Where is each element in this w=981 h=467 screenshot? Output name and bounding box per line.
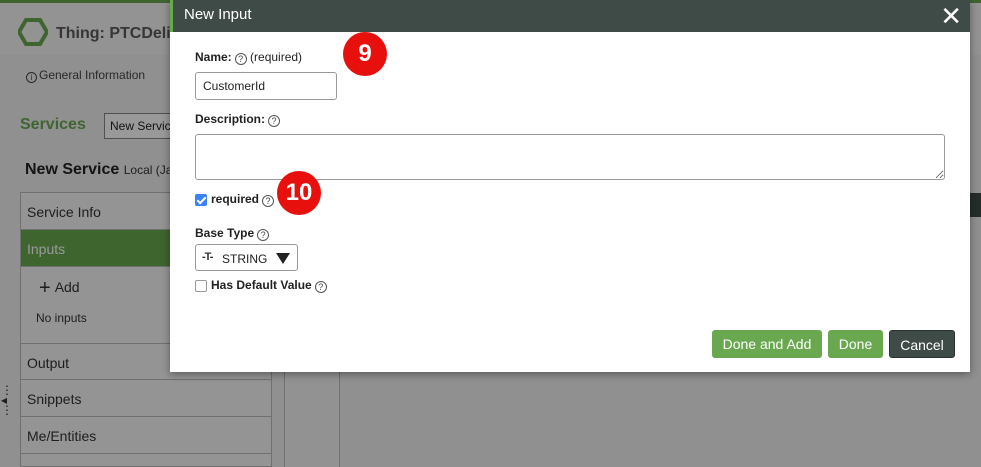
dialog-header: New Input ✕ — [170, 0, 970, 32]
name-label-text: Name: — [195, 50, 232, 64]
has-default-value-label: Has Default Value? — [211, 278, 327, 293]
step-badge-9: 9 — [343, 32, 387, 76]
chevron-down-icon — [276, 253, 290, 264]
base-type-label: Base Type? — [195, 226, 270, 241]
help-icon[interactable]: ? — [234, 53, 247, 65]
description-label-text: Description: — [195, 112, 266, 126]
required-field-label: required? — [211, 192, 275, 207]
name-input[interactable] — [195, 72, 337, 100]
done-and-add-button[interactable]: Done and Add — [712, 330, 822, 358]
base-type-label-text: Base Type — [195, 226, 255, 240]
base-type-value: STRING — [222, 252, 268, 266]
help-icon[interactable]: ? — [262, 195, 275, 207]
required-label-text: required — [211, 192, 260, 206]
close-icon[interactable]: ✕ — [940, 2, 962, 30]
has-default-value-checkbox[interactable] — [195, 280, 207, 292]
string-type-icon: -T- — [202, 251, 213, 263]
step-badge-10: 10 — [277, 171, 321, 215]
base-type-select[interactable]: -T- STRING — [195, 244, 298, 271]
description-field-label: Description:? — [195, 112, 281, 127]
has-default-label-text: Has Default Value — [211, 278, 312, 292]
help-icon[interactable]: ? — [314, 281, 327, 293]
required-checkbox[interactable] — [195, 194, 207, 206]
required-hint: (required) — [250, 50, 303, 64]
help-icon[interactable]: ? — [257, 229, 270, 241]
help-icon[interactable]: ? — [268, 115, 281, 127]
dialog-title: New Input — [184, 6, 252, 23]
cancel-button[interactable]: Cancel — [889, 330, 955, 358]
done-button[interactable]: Done — [828, 330, 883, 358]
name-field-label: Name:? (required) — [195, 50, 302, 65]
